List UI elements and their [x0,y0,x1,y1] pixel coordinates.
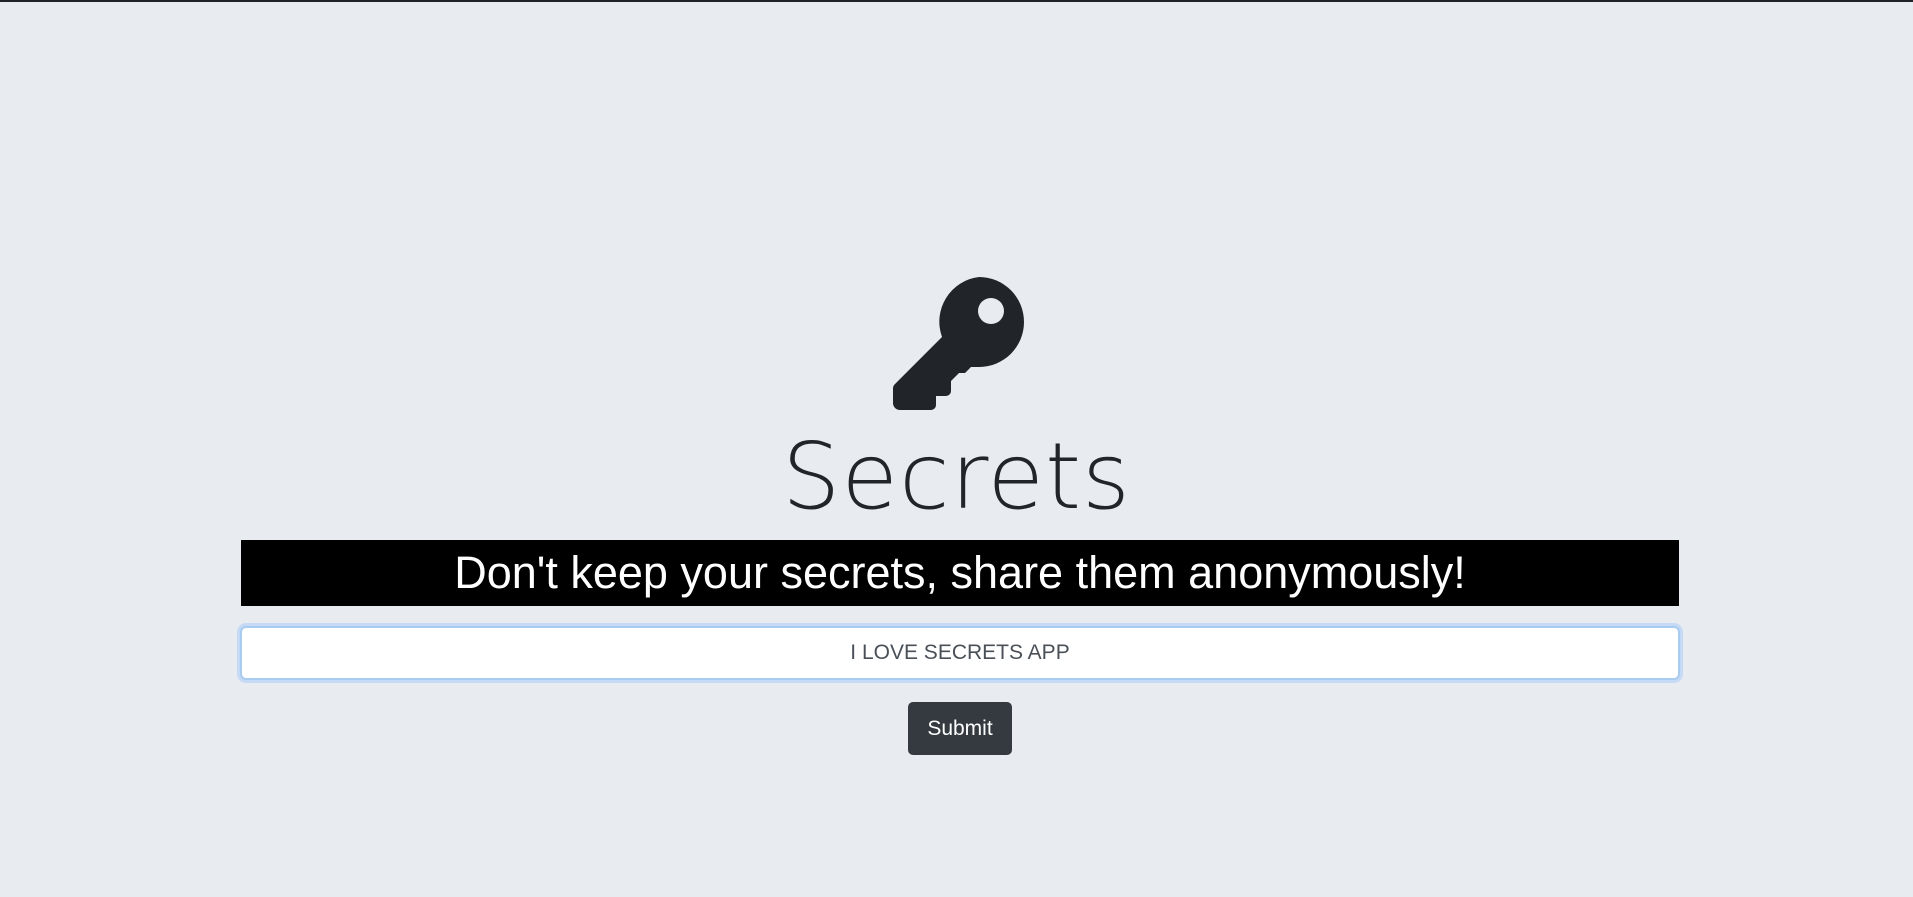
submit-button[interactable]: Submit [908,702,1012,755]
secret-input[interactable] [240,626,1680,680]
key-icon [893,277,1024,410]
tagline-banner: Don't keep your secrets, share them anon… [241,540,1679,606]
page-title: Secrets [782,423,1131,530]
tagline-text: Don't keep your secrets, share them anon… [454,547,1466,598]
